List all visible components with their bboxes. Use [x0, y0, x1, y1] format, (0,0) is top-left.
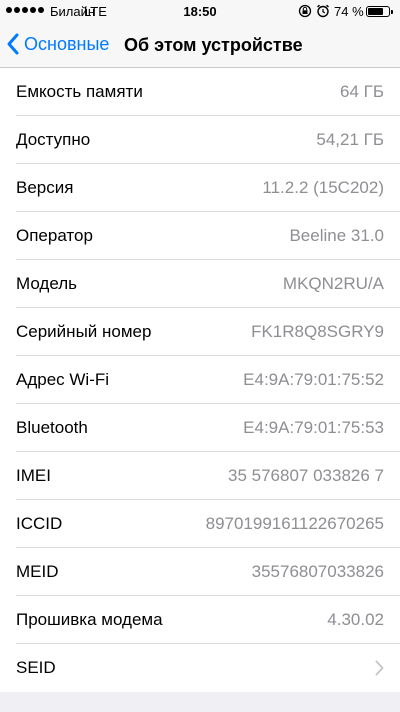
row-value: FK1R8Q8SGRY9	[251, 322, 384, 341]
row-label: Адрес Wi-Fi	[16, 370, 110, 389]
list-item-modem-firmware: Прошивка модема 4.30.02	[0, 596, 400, 644]
alarm-icon	[317, 4, 329, 18]
status-bar: Билайн LTE 18:50 74 %	[0, 0, 400, 24]
battery-icon	[366, 6, 393, 17]
row-value: 64 ГБ	[340, 82, 384, 101]
row-label: Bluetooth	[16, 418, 88, 437]
row-value: 11.2.2 (15C202)	[262, 178, 384, 197]
row-value: 35576807033826	[251, 562, 384, 581]
row-label: IMEI	[16, 466, 51, 485]
device-info-list: Емкость памяти 64 ГБ Доступно 54,21 ГБ В…	[0, 68, 400, 692]
battery-percent: 74 %	[334, 4, 364, 19]
row-label: Оператор	[16, 226, 93, 245]
navigation-bar: Основные Об этом устройстве	[0, 24, 400, 68]
list-item-available: Доступно 54,21 ГБ	[0, 116, 400, 164]
back-button[interactable]: Основные	[6, 32, 109, 56]
list-item-iccid: ICCID 8970199161122670265	[0, 500, 400, 548]
row-value: E4:9A:79:01:75:53	[243, 418, 384, 437]
chevron-left-icon	[7, 33, 19, 55]
row-label: Версия	[16, 178, 74, 197]
row-value: MKQN2RU/A	[282, 274, 384, 293]
row-label: Прошивка модема	[16, 610, 163, 629]
list-item-seid[interactable]: SEID	[0, 644, 400, 692]
lock-rotation-icon	[298, 4, 312, 18]
list-item-capacity: Емкость памяти 64 ГБ	[0, 68, 400, 116]
list-item-meid: MEID 35576807033826	[0, 548, 400, 596]
back-button-label: Основные	[24, 33, 110, 54]
list-item-model: Модель MKQN2RU/A	[0, 260, 400, 308]
row-value: 54,21 ГБ	[316, 130, 384, 149]
row-label: MEID	[16, 562, 59, 581]
chevron-right-icon	[375, 660, 384, 676]
row-value: 4.30.02	[327, 610, 384, 629]
row-value: E4:9A:79:01:75:52	[243, 370, 384, 389]
list-item-wifi-address: Адрес Wi-Fi E4:9A:79:01:75:52	[0, 356, 400, 404]
row-label: Серийный номер	[16, 322, 152, 341]
page-title: Об этом устройстве	[124, 35, 303, 55]
row-value: 8970199161122670265	[205, 514, 384, 533]
row-label: Модель	[16, 274, 78, 293]
row-label: ICCID	[16, 514, 63, 533]
row-label: Емкость памяти	[16, 82, 143, 101]
list-item-imei: IMEI 35 576807 033826 7	[0, 452, 400, 500]
row-value: 35 576807 033826 7	[228, 466, 384, 485]
list-item-bluetooth: Bluetooth E4:9A:79:01:75:53	[0, 404, 400, 452]
battery-fill	[368, 8, 383, 15]
row-value: Beeline 31.0	[289, 226, 384, 245]
row-label: SEID	[16, 658, 56, 677]
row-label: Доступно	[16, 130, 91, 149]
list-item-version: Версия 11.2.2 (15C202)	[0, 164, 400, 212]
list-item-serial: Серийный номер FK1R8Q8SGRY9	[0, 308, 400, 356]
list-item-carrier: Оператор Beeline 31.0	[0, 212, 400, 260]
